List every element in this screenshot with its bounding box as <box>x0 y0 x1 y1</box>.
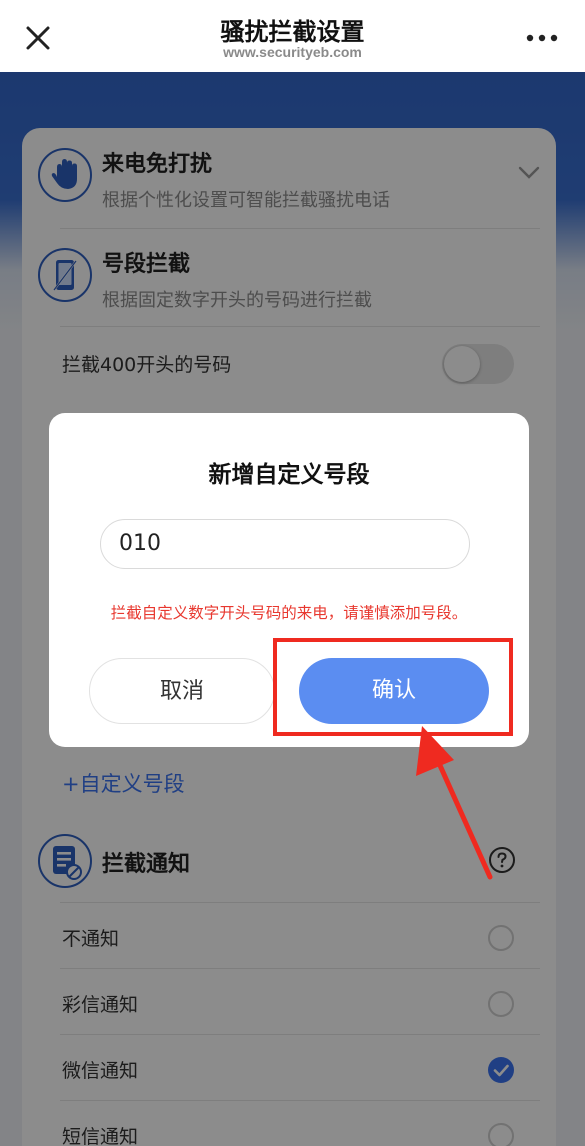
watermark-url: www.securityeb.com <box>223 44 362 60</box>
page-title: 骚扰拦截设置 <box>220 18 365 46</box>
more-dots-icon[interactable] <box>525 22 559 52</box>
top-nav-bar: 骚扰拦截设置 www.securityeb.com <box>0 0 585 72</box>
dialog-title: 新增自定义号段 <box>208 462 370 488</box>
annotation-arrow-icon <box>416 726 493 880</box>
cancel-button[interactable]: 取消 <box>89 658 275 724</box>
warning-text: 拦截自定义数字开头号码的来电，请谨慎添加号段。 <box>110 604 468 622</box>
segment-input[interactable]: 010 <box>100 519 470 569</box>
